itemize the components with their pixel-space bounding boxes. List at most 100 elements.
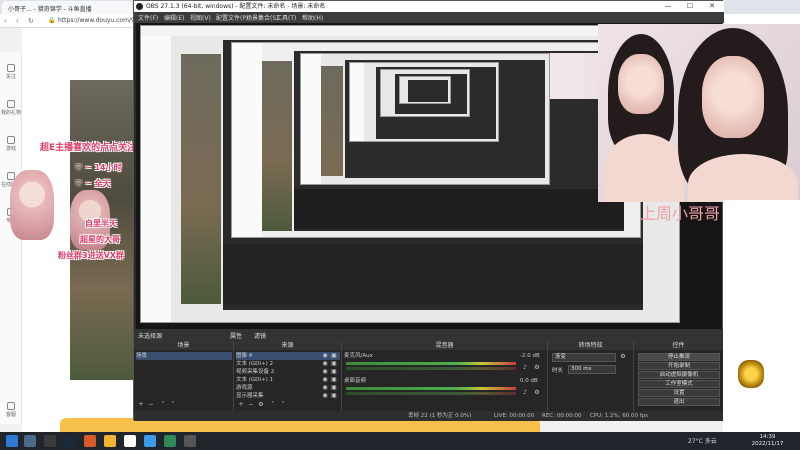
reload-icon[interactable]: ↻	[28, 17, 36, 25]
menu-scene-collection[interactable]: 场景集合(S)	[246, 13, 279, 22]
obs-title: OBS 27.1.3 (64-bit, windows) - 配置文件: 未命名…	[146, 3, 326, 10]
steam-icon[interactable]	[24, 435, 36, 447]
chibi-avatar-image	[10, 170, 54, 240]
lock-icon[interactable]: ▣	[331, 377, 337, 383]
obs-docks: 场景 场景 + − ˄ ˅ 来源 图像 4 文本 (GDI+) 2 视频采集设备…	[134, 341, 724, 411]
obs-logo-icon	[136, 3, 143, 10]
maximize-icon[interactable]: ☐	[680, 1, 700, 12]
eye-icon[interactable]: ◉	[322, 353, 328, 359]
gamepad-icon	[7, 136, 15, 144]
mixer-header: 混音器	[342, 341, 547, 350]
start-recording-button[interactable]: 开始录制	[638, 362, 720, 370]
app-icon[interactable]	[124, 435, 136, 447]
nav-item-follow[interactable]: 关注	[0, 64, 22, 80]
gear-icon[interactable]: ⚙	[258, 402, 264, 408]
overlay-follow-text: 超E主播喜欢的点点关注哦	[40, 143, 146, 153]
eye-icon[interactable]: ◉	[322, 385, 328, 391]
app-icon[interactable]	[104, 435, 116, 447]
scene-item[interactable]: 场景	[136, 352, 232, 360]
lock-icon: 🔒	[48, 17, 56, 24]
lock-icon[interactable]: ▣	[331, 353, 337, 359]
add-icon[interactable]: +	[138, 402, 144, 408]
exit-button[interactable]: 退出	[638, 398, 720, 406]
overlay-line: ♡ ~ 14小时	[75, 163, 122, 172]
menu-view[interactable]: 视图(V)	[190, 13, 211, 22]
overlay-line: ♡ ~ 全天	[75, 179, 111, 188]
chevron-down-icon[interactable]: ˅	[280, 402, 286, 408]
headset-icon	[7, 402, 15, 410]
overlay-line: 超星的大哥	[80, 235, 120, 244]
transition-select[interactable]: 渐变	[552, 353, 616, 362]
clock[interactable]: 14:39 2022/11/17	[745, 434, 790, 448]
chevron-up-icon[interactable]: ˄	[160, 402, 166, 408]
obs-status-bar: 丢帧 22 (1 秒为正 0.0%) LIVE: 00:00:00 REC: 0…	[134, 411, 724, 421]
eye-icon[interactable]: ◉	[322, 369, 328, 375]
eye-icon[interactable]: ◉	[322, 377, 328, 383]
filters-button[interactable]: 滤镜	[254, 331, 266, 340]
remove-icon[interactable]: −	[248, 402, 254, 408]
app-icon[interactable]	[64, 435, 76, 447]
clock-date: 2022/11/17	[751, 441, 784, 447]
cpu-status: CPU: 1.2%, 60.00 fps	[590, 413, 649, 419]
studio-mode-button[interactable]: 工作室模式	[638, 380, 720, 388]
gear-icon[interactable]: ⚙	[620, 354, 626, 360]
source-label: 视频采集设备 2	[236, 369, 275, 375]
virtual-camera-button[interactable]: 启动虚拟摄像机	[638, 371, 720, 379]
add-icon[interactable]: +	[238, 402, 244, 408]
menu-edit[interactable]: 编辑(E)	[164, 13, 184, 22]
nav-item-gifts[interactable]: 我的礼物	[0, 100, 22, 116]
forward-icon[interactable]: ›	[16, 17, 24, 25]
properties-button[interactable]: 属性	[230, 331, 242, 340]
eye-icon[interactable]: ◉	[322, 393, 328, 399]
source-label: 显示器采集	[236, 393, 264, 399]
duration-input[interactable]: 300 ms	[568, 365, 616, 374]
menu-profile[interactable]: 配置文件(P)	[216, 13, 248, 22]
url-input[interactable]: https://www.douyu.com/9	[58, 16, 138, 26]
nav-item-service[interactable]: 客服	[0, 402, 22, 418]
app-icon[interactable]	[84, 435, 96, 447]
nav-item-games[interactable]: 游戏	[0, 136, 22, 152]
obs-icon[interactable]	[184, 435, 196, 447]
close-icon[interactable]: ✕	[702, 1, 722, 12]
nav-label: 关注	[5, 74, 16, 80]
transitions-header: 转场特效	[548, 341, 633, 350]
eye-icon[interactable]: ◉	[322, 361, 328, 367]
lock-icon[interactable]: ▣	[331, 369, 337, 375]
menu-tools[interactable]: 工具(T)	[276, 13, 296, 22]
windows-start-icon[interactable]	[6, 435, 18, 447]
lock-icon[interactable]: ▣	[331, 385, 337, 391]
controls-header: 控件	[634, 341, 723, 350]
lock-icon[interactable]: ▣	[331, 393, 337, 399]
remove-icon[interactable]: −	[148, 402, 154, 408]
menu-file[interactable]: 文件(F)	[138, 13, 158, 22]
gear-icon[interactable]: ⚙	[534, 365, 540, 371]
overlay-fan-group-text: 粉丝群3进送VX群	[58, 251, 124, 260]
speaker-icon[interactable]: ♪	[522, 390, 528, 396]
app-icon[interactable]	[44, 435, 56, 447]
back-icon[interactable]: ‹	[4, 17, 12, 25]
preview-layer	[300, 53, 550, 185]
duration-label: 时长	[552, 368, 564, 374]
weather-widget[interactable]: 27°C 多云	[688, 436, 717, 445]
chevron-down-icon[interactable]: ˅	[170, 402, 176, 408]
speaker-icon[interactable]: ♪	[522, 365, 528, 371]
settings-button[interactable]: 设置	[638, 389, 720, 397]
browser-tab[interactable]: 小哥子... - 猎奇锦学 - 斗鱼直播	[2, 1, 132, 14]
edge-icon[interactable]	[144, 435, 156, 447]
heart-icon	[7, 64, 15, 72]
menu-help[interactable]: 帮助(H)	[302, 13, 323, 22]
mixer-channel-name: 麦克风/Aux	[344, 353, 373, 359]
browser-tab-label: 小哥子... - 猎奇锦学 - 斗鱼直播	[8, 6, 92, 13]
chevron-up-icon[interactable]: ˄	[270, 402, 276, 408]
obs-menu-bar: 文件(F) 编辑(E) 视图(V) 配置文件(P) 场景集合(S) 工具(T) …	[134, 12, 724, 23]
nav-label: 客服	[5, 412, 16, 418]
overlay-line: 自里半天	[85, 219, 117, 228]
live-status: LIVE: 00:00:00	[494, 413, 535, 419]
source-label: 文本 (GDI+) 2	[236, 361, 274, 367]
minimize-icon[interactable]: —	[658, 1, 678, 12]
stop-streaming-button[interactable]: 停止推流	[638, 353, 720, 361]
app-icon[interactable]	[164, 435, 176, 447]
gear-icon[interactable]: ⚙	[534, 390, 540, 396]
lock-icon[interactable]: ▣	[331, 361, 337, 367]
mixer-channel-name: 桌面音频	[344, 378, 367, 384]
